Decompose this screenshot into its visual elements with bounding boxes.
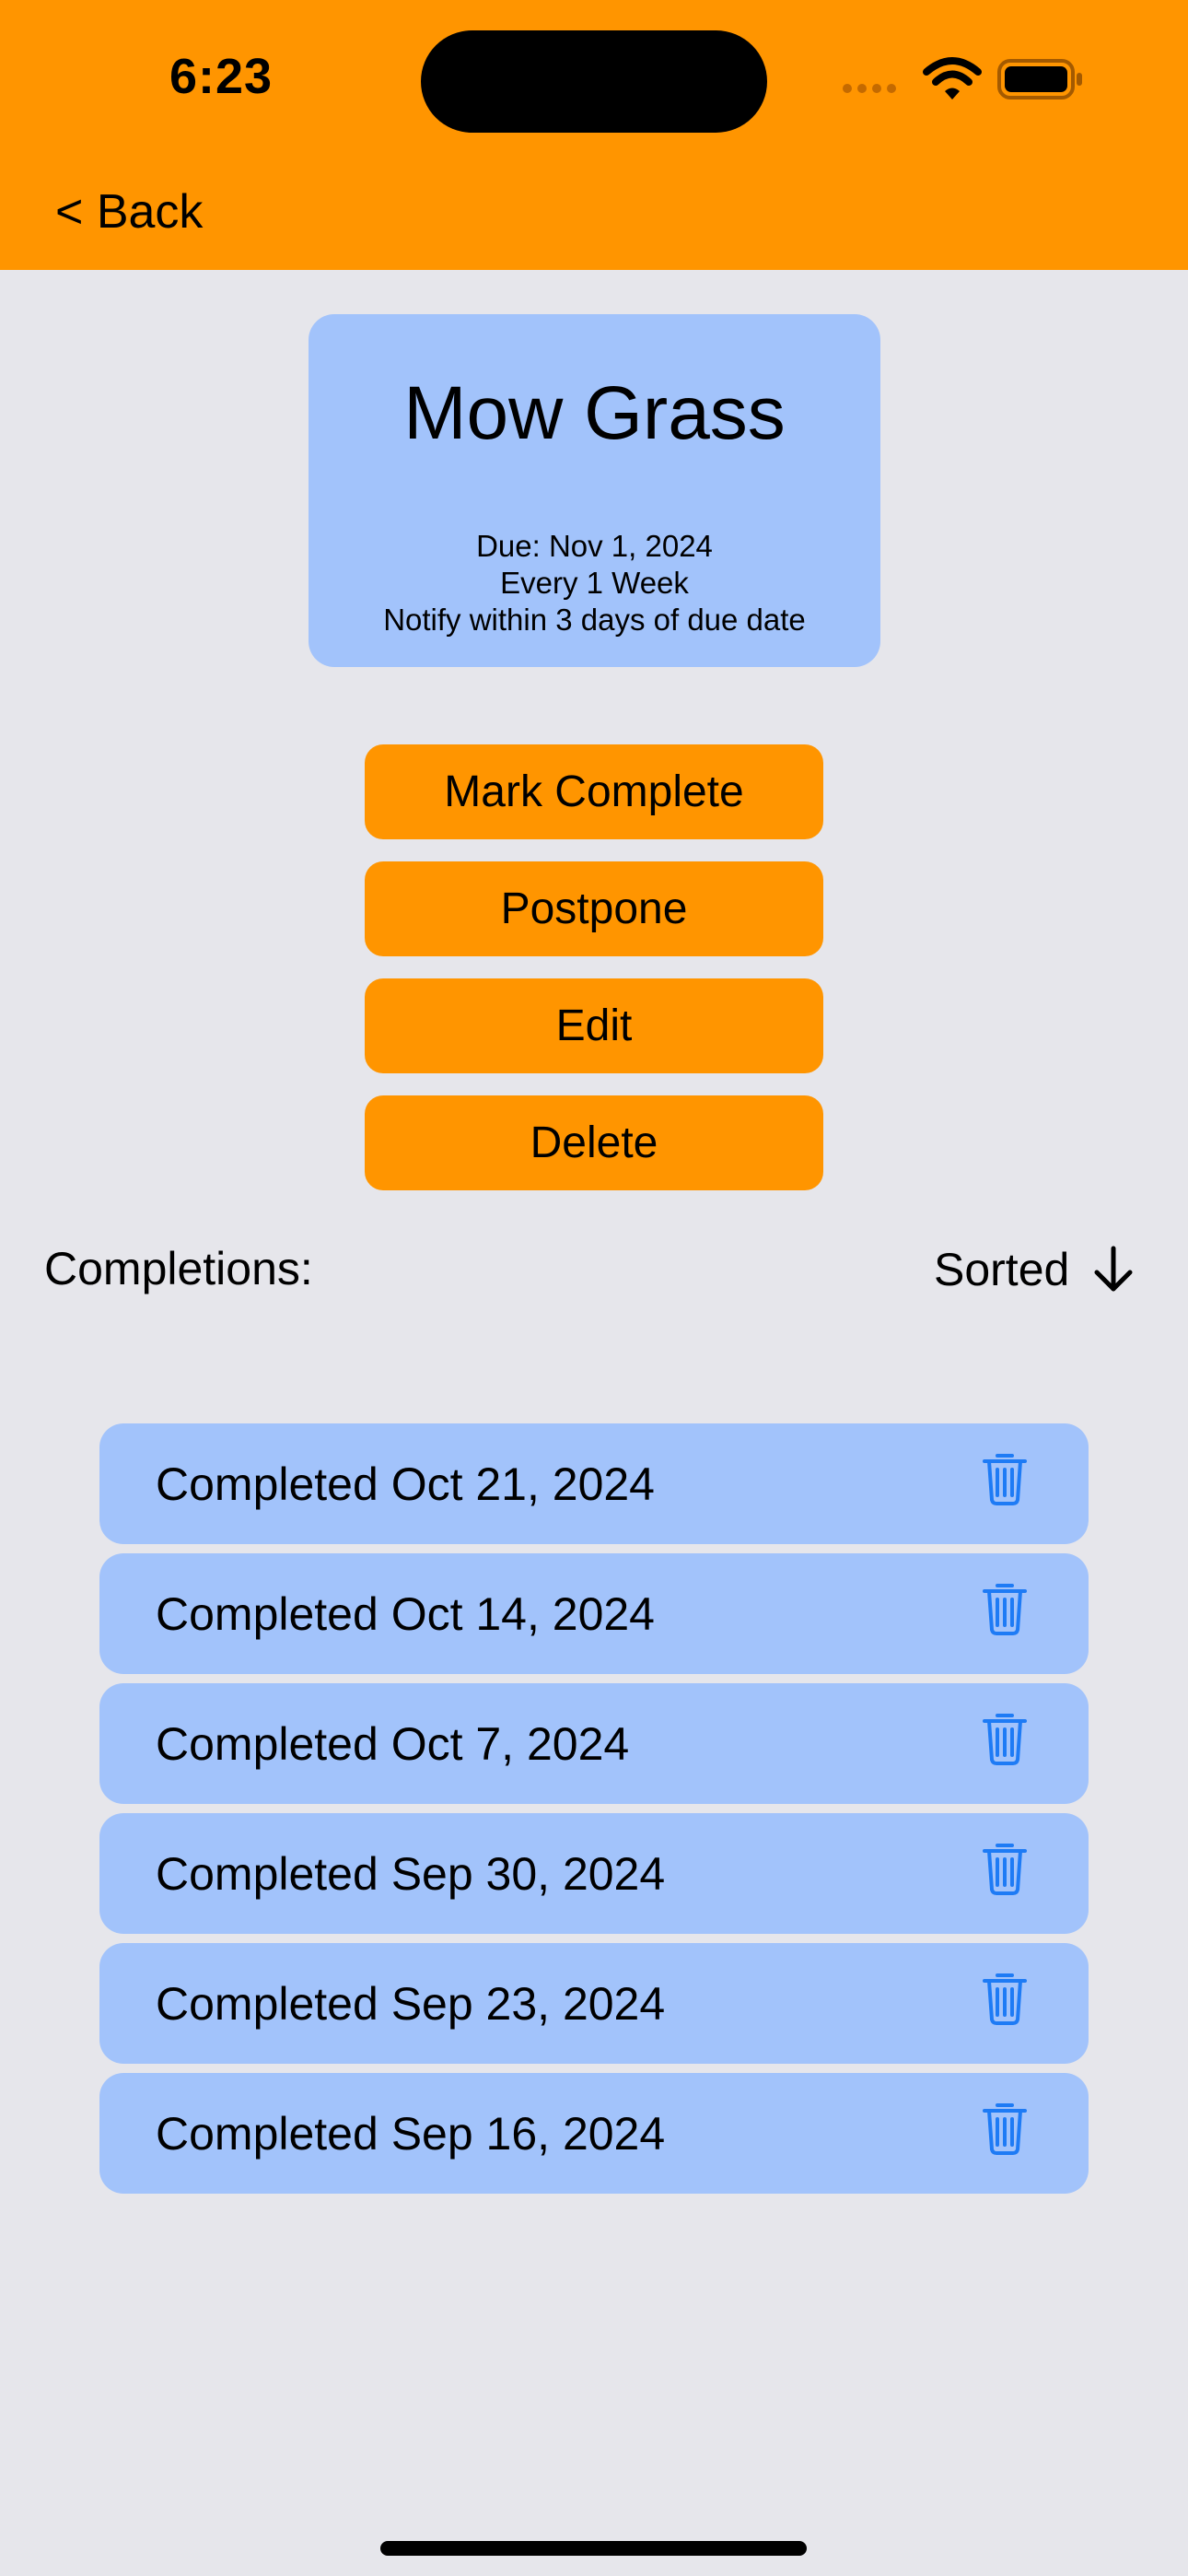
status-time: 6:23 bbox=[169, 49, 274, 104]
task-title: Mow Grass bbox=[403, 371, 786, 455]
header-bar: 6:23 < Back bbox=[0, 0, 1188, 270]
sort-toggle-button[interactable]: Sorted bbox=[934, 1237, 1134, 1302]
task-notify-window: Notify within 3 days of due date bbox=[383, 603, 806, 637]
trash-icon[interactable] bbox=[982, 2102, 1028, 2160]
trash-icon[interactable] bbox=[982, 1712, 1028, 1770]
edit-button[interactable]: Edit bbox=[365, 978, 823, 1073]
completion-row: Completed Sep 16, 2024 bbox=[99, 2073, 1089, 2194]
task-due-date: Due: Nov 1, 2024 bbox=[476, 529, 713, 563]
completion-date: Completed Oct 7, 2024 bbox=[156, 1718, 630, 1770]
sort-label: Sorted bbox=[934, 1244, 1070, 1295]
postpone-button[interactable]: Postpone bbox=[365, 861, 823, 956]
trash-icon[interactable] bbox=[982, 1972, 1028, 2030]
completion-row: Completed Oct 7, 2024 bbox=[99, 1683, 1089, 1804]
home-indicator[interactable] bbox=[380, 2541, 807, 2556]
completion-row: Completed Oct 21, 2024 bbox=[99, 1423, 1089, 1544]
back-button[interactable]: < Back bbox=[55, 184, 203, 240]
trash-icon[interactable] bbox=[982, 1582, 1028, 1640]
completion-row: Completed Sep 30, 2024 bbox=[99, 1813, 1089, 1934]
completion-date: Completed Oct 14, 2024 bbox=[156, 1588, 655, 1640]
task-summary-card: Mow Grass Due: Nov 1, 2024 Every 1 Week … bbox=[309, 314, 880, 667]
completion-row: Completed Oct 14, 2024 bbox=[99, 1553, 1089, 1674]
completion-date: Completed Sep 16, 2024 bbox=[156, 2108, 666, 2160]
completion-row: Completed Sep 23, 2024 bbox=[99, 1943, 1089, 2064]
mark-complete-button[interactable]: Mark Complete bbox=[365, 744, 823, 839]
completion-date: Completed Sep 23, 2024 bbox=[156, 1978, 666, 2030]
completions-heading: Completions: bbox=[44, 1243, 313, 1294]
battery-icon bbox=[997, 59, 1084, 104]
task-frequency: Every 1 Week bbox=[500, 566, 689, 600]
completion-date: Completed Sep 30, 2024 bbox=[156, 1848, 666, 1900]
wifi-icon bbox=[923, 57, 982, 106]
trash-icon[interactable] bbox=[982, 1842, 1028, 1900]
completion-date: Completed Oct 21, 2024 bbox=[156, 1458, 655, 1510]
cellular-signal-icon bbox=[843, 81, 902, 98]
delete-button[interactable]: Delete bbox=[365, 1095, 823, 1190]
arrow-down-icon bbox=[1094, 1246, 1133, 1292]
trash-icon[interactable] bbox=[982, 1452, 1028, 1510]
dynamic-island bbox=[421, 30, 767, 133]
